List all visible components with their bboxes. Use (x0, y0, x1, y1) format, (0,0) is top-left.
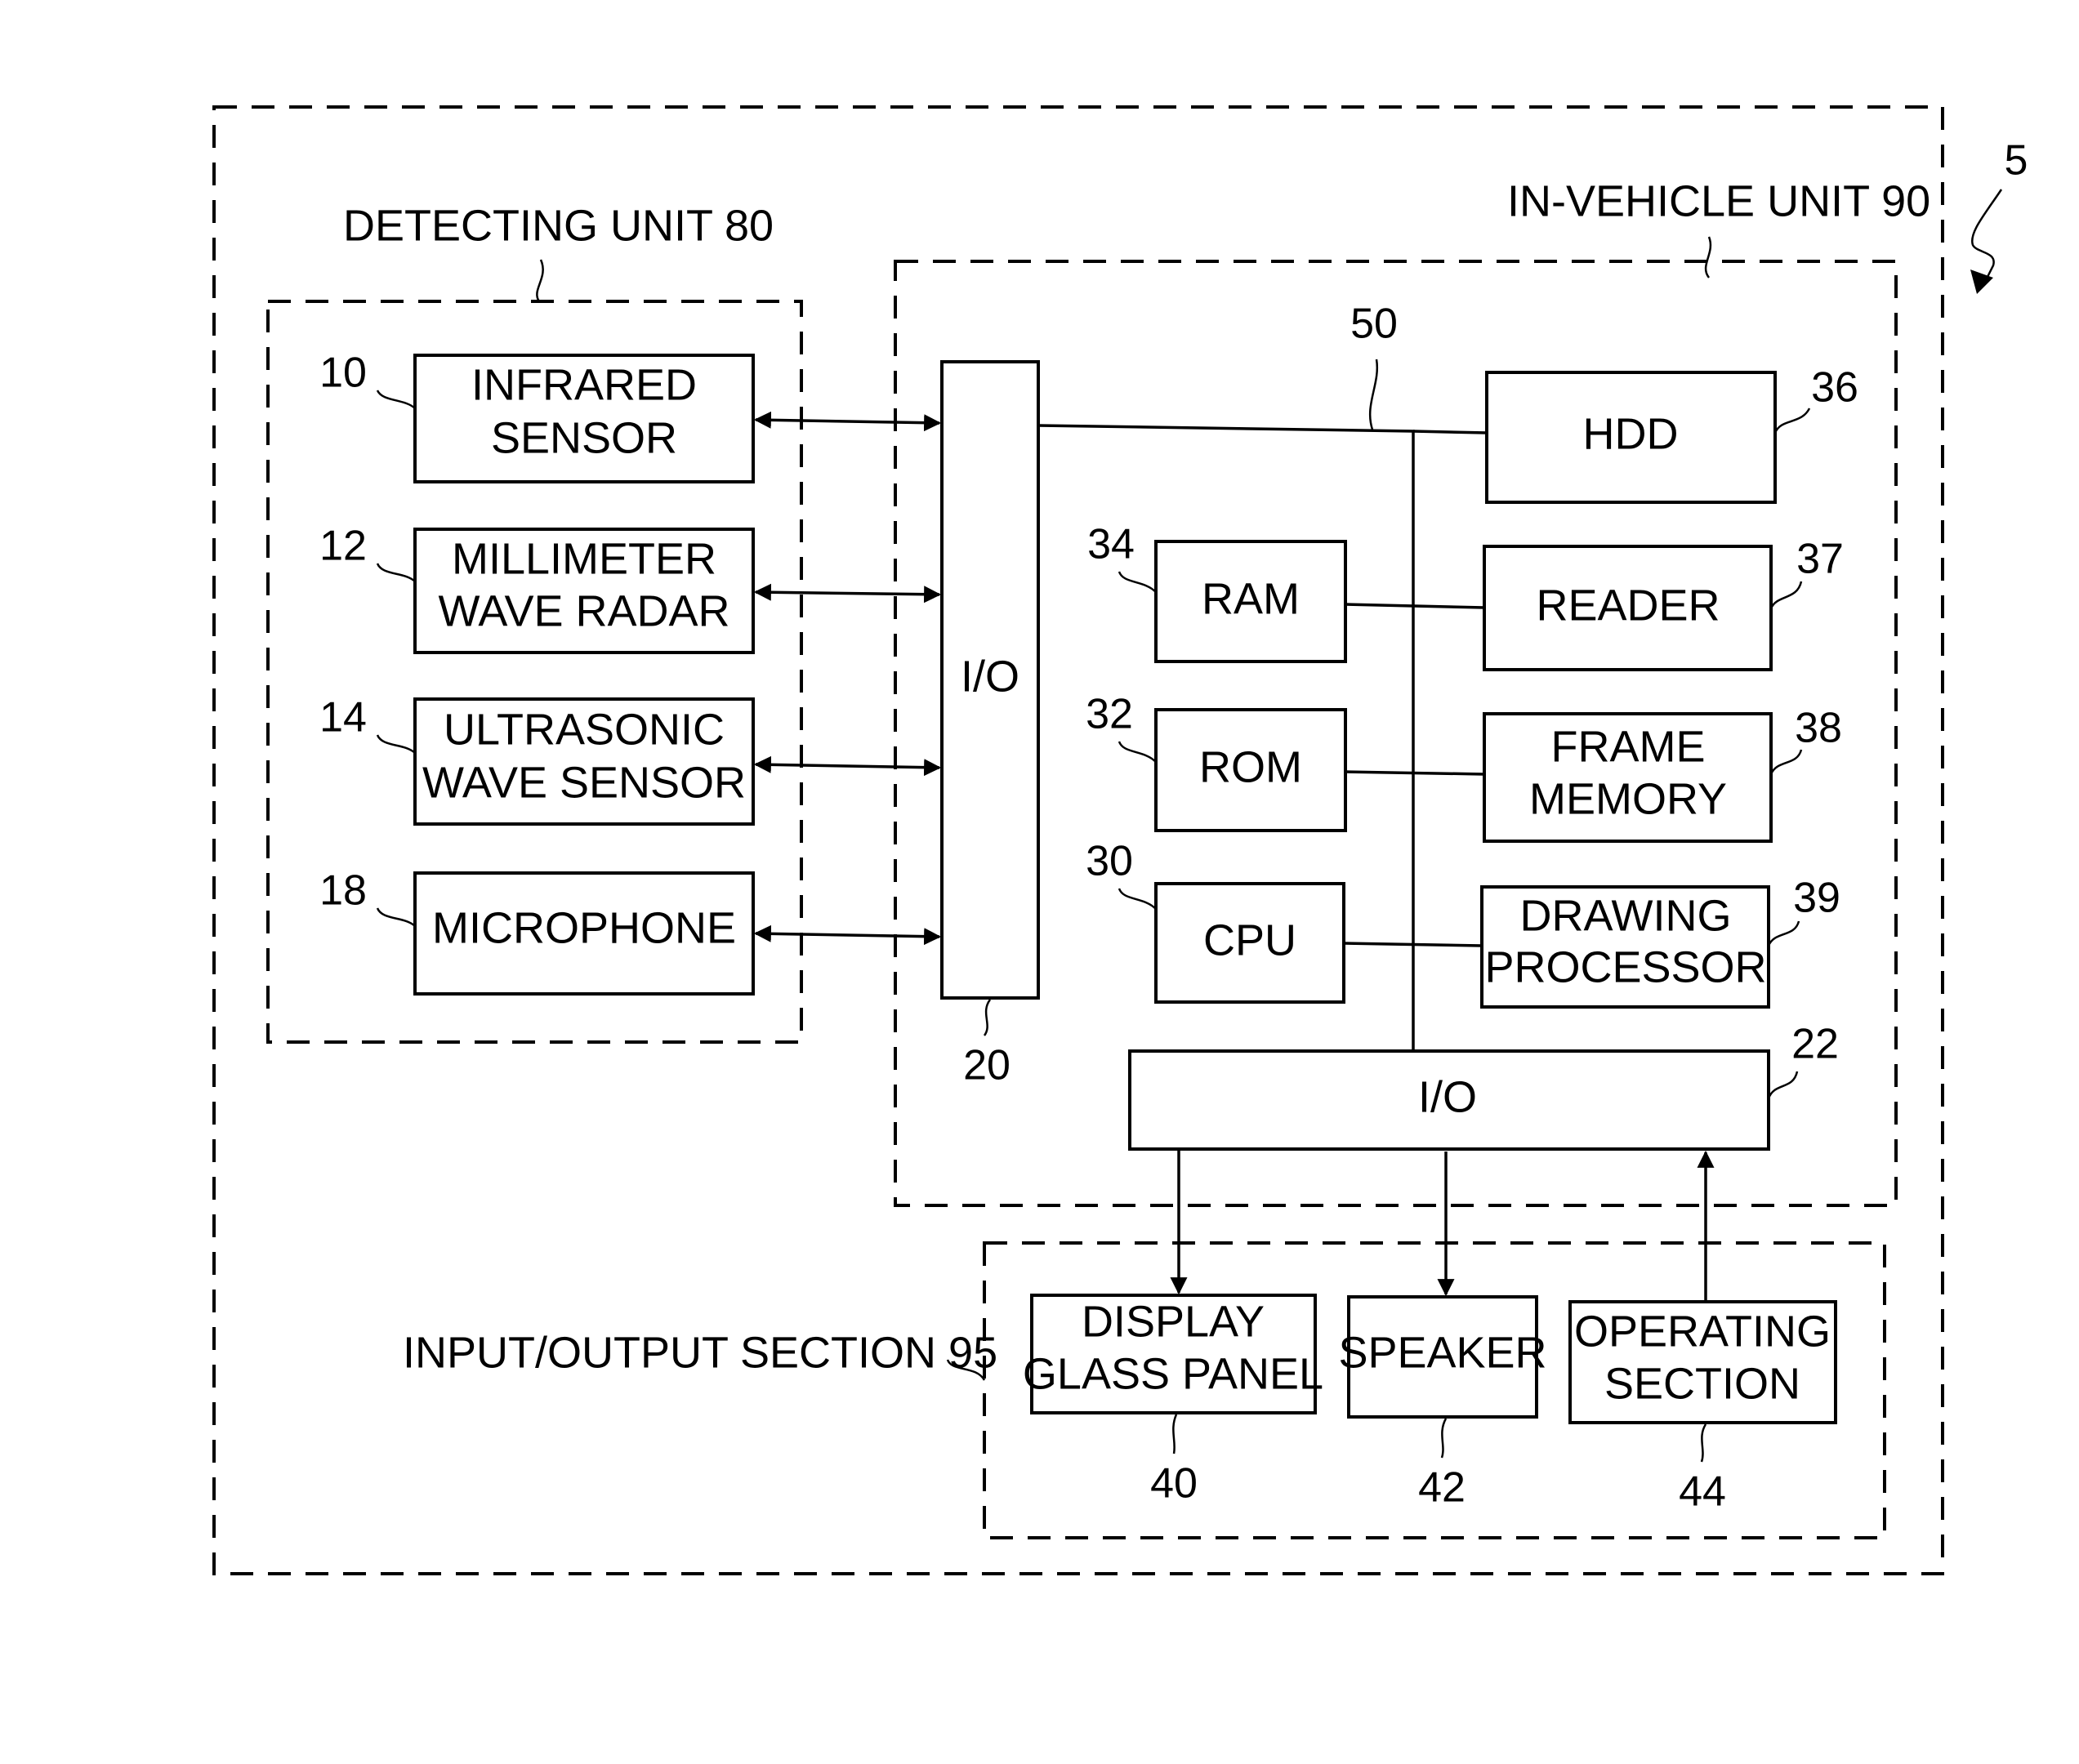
ref-30-leader (1118, 888, 1157, 910)
ref-37: 37 (1796, 536, 1844, 583)
arrow-infrared-io (753, 411, 942, 432)
detecting-unit-leader (536, 259, 544, 302)
ref-39: 39 (1793, 875, 1840, 922)
frame-memory-block-group: FRAME MEMORY 38 (1483, 705, 1842, 843)
ref-39-leader (1767, 920, 1800, 947)
ref-34-leader (1118, 571, 1157, 593)
io-20-label: I/O (961, 652, 1019, 701)
io-section-title: INPUT/OUTPUT SECTION 95 (403, 1328, 997, 1377)
ref-18: 18 (319, 867, 367, 915)
in-vehicle-unit-title: IN-VEHICLE UNIT 90 (1507, 176, 1930, 225)
ref-42: 42 (1418, 1464, 1466, 1512)
ref-14-leader (376, 734, 416, 754)
cpu-label: CPU (1203, 915, 1296, 964)
ref-50: 50 (1350, 301, 1398, 348)
ram-reader-connection (1345, 603, 1485, 609)
ref-37-leader (1769, 581, 1803, 609)
ultrasonic-label-2: WAVE SENSOR (422, 758, 746, 807)
ref-12: 12 (319, 523, 367, 570)
ram-block-group: 34 RAM (1087, 521, 1347, 663)
in-vehicle-unit-leader (1704, 236, 1712, 278)
infrared-sensor-label-1: INFRARED (471, 360, 697, 409)
drawing-processor-label-2: PROCESSOR (1484, 942, 1766, 991)
rom-frame-memory-connection (1345, 770, 1485, 776)
frame-memory-label-1: FRAME (1551, 722, 1706, 771)
sensor-microphone: 18 MICROPHONE (319, 867, 755, 996)
ultrasonic-label-1: ULTRASONIC (444, 705, 725, 754)
speaker-group: SPEAKER 42 (1338, 1295, 1547, 1512)
ref-30: 30 (1086, 838, 1133, 885)
ref-38: 38 (1795, 705, 1842, 752)
sensor-millimeter-wave-radar: 12 MILLIMETER WAVE RADAR (319, 523, 755, 654)
ref-18-leader (376, 907, 416, 927)
display-label-2: GLASS PANEL (1023, 1349, 1323, 1398)
microphone-label: MICROPHONE (432, 903, 736, 952)
ref-10-leader (376, 390, 416, 409)
radar-label-1: MILLIMETER (452, 534, 716, 583)
radar-label-2: WAVE RADAR (438, 586, 729, 635)
drawing-processor-block-group: DRAWING PROCESSOR 39 (1480, 875, 1840, 1009)
figure-ref-label: 5 (2005, 137, 2028, 185)
cpu-block-group: 30 CPU (1086, 838, 1345, 1004)
rom-label: ROM (1199, 742, 1302, 791)
ref-32: 32 (1086, 691, 1133, 738)
io-22-label: I/O (1418, 1072, 1477, 1121)
hdd-block-group: HDD 36 (1485, 364, 1858, 504)
operating-label-2: SECTION (1604, 1359, 1800, 1408)
arrow-ultrasonic-io (753, 755, 942, 777)
operating-label-1: OPERATING (1574, 1307, 1831, 1356)
speaker-label: SPEAKER (1338, 1328, 1546, 1377)
reader-block-group: READER 37 (1483, 536, 1844, 671)
rom-block-group: 32 ROM (1086, 691, 1347, 832)
ref-22: 22 (1791, 1021, 1839, 1068)
figure-ref-leader-icon (1970, 189, 2003, 283)
ref-14: 14 (319, 694, 367, 742)
ref-22-leader (1767, 1071, 1799, 1099)
ref-34: 34 (1087, 521, 1135, 568)
ref-50-leader (1368, 359, 1379, 430)
ref-36: 36 (1811, 364, 1858, 412)
ref-38-leader (1769, 749, 1803, 775)
sensor-ultrasonic: 14 ULTRASONIC WAVE SENSOR (319, 694, 755, 826)
ref-20: 20 (963, 1042, 1011, 1089)
ram-label: RAM (1202, 574, 1300, 623)
drawing-processor-label-1: DRAWING (1520, 891, 1732, 940)
ref-10: 10 (319, 350, 367, 397)
ref-40: 40 (1150, 1460, 1198, 1508)
operating-section-group: OPERATING SECTION 44 (1568, 1300, 1837, 1516)
ref-42-leader (1440, 1418, 1448, 1459)
display-glass-panel-group: DISPLAY GLASS PANEL 40 (1023, 1294, 1323, 1508)
reader-label: READER (1536, 581, 1720, 630)
ref-12-leader (376, 563, 416, 582)
ref-40-leader (1172, 1414, 1178, 1454)
hdd-label: HDD (1583, 409, 1679, 458)
sensor-infrared: 10 INFRARED SENSOR (319, 350, 755, 483)
display-label-1: DISPLAY (1082, 1297, 1265, 1346)
arrow-radar-io (753, 583, 942, 604)
bus-to-hdd (1412, 430, 1488, 434)
ref-44-leader (1700, 1423, 1707, 1463)
ref-44: 44 (1679, 1468, 1726, 1516)
detecting-unit-title: DETECTING UNIT 80 (343, 201, 774, 250)
infrared-sensor-label-2: SENSOR (491, 413, 677, 462)
ref-32-leader (1118, 741, 1157, 763)
arrow-microphone-io (753, 924, 942, 946)
ref-36-leader (1773, 408, 1811, 434)
block-diagram: 5 DETECTING UNIT 80 10 INFRARED SENSOR 1… (212, 105, 2028, 1575)
ref-20-leader (983, 999, 992, 1036)
frame-memory-label-2: MEMORY (1529, 774, 1727, 823)
cpu-drawing-processor-connection (1343, 942, 1483, 947)
